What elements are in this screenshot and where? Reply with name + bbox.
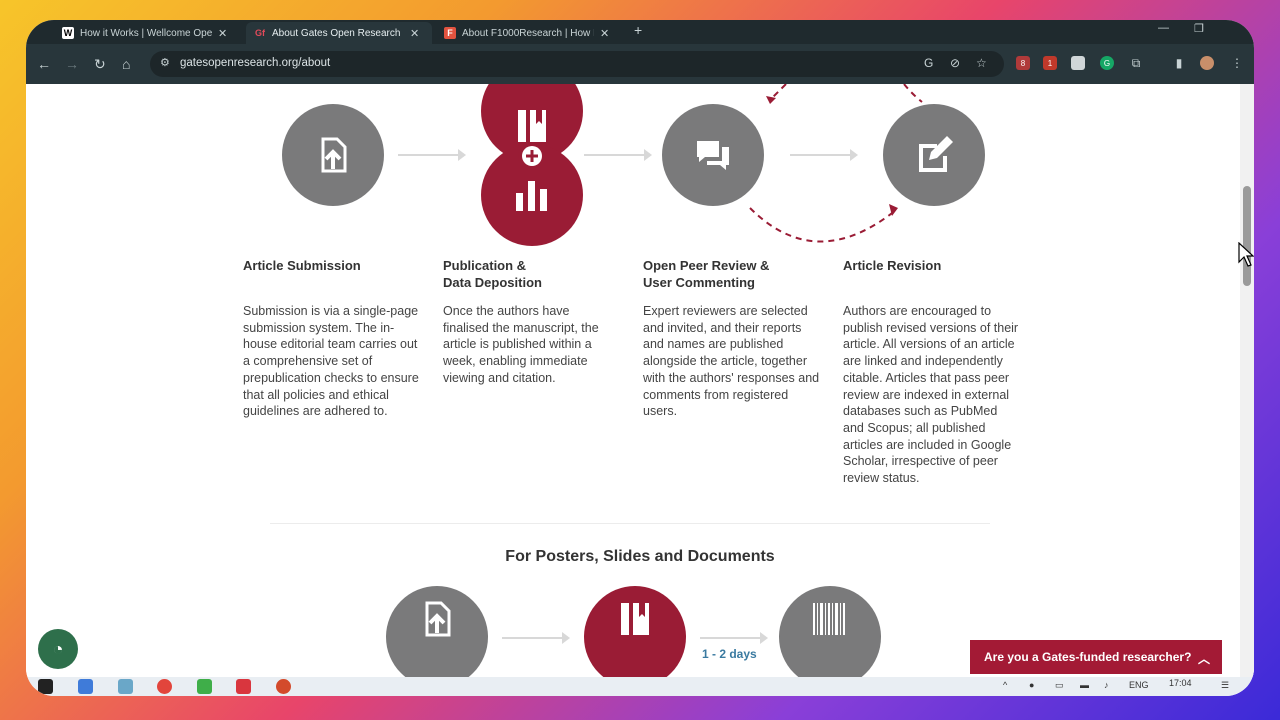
posters-section-title: For Posters, Slides and Documents [505, 548, 775, 565]
chrome-icon[interactable] [157, 679, 172, 694]
cookie-settings-icon[interactable]: ◔ [38, 629, 78, 669]
browser-tab-bar: W How it Works | Wellcome Open ✕ Gf Abou… [26, 20, 1254, 44]
home-icon[interactable]: ⌂ [122, 56, 130, 72]
close-tab-icon[interactable]: ✕ [600, 27, 609, 40]
restore-icon[interactable]: ❐ [1194, 22, 1204, 35]
revision-loop-arrow [749, 84, 923, 243]
tab-gates[interactable]: Gf About Gates Open Research | H ✕ [246, 22, 432, 44]
windows-taskbar: ^ ● ▭ ▬ ♪ ENG 17:04 ☰ [26, 677, 1254, 696]
app-icon[interactable] [78, 679, 93, 694]
notification-icon[interactable]: ☰ [1221, 680, 1229, 691]
step-title: Article Submission [243, 258, 361, 273]
f1000-favicon: F [444, 27, 456, 39]
monitor-icon[interactable]: ▭ [1055, 680, 1064, 691]
star-icon[interactable]: ☆ [976, 56, 987, 70]
battery-icon[interactable]: ▬ [1080, 680, 1089, 690]
language-indicator[interactable]: ENG [1129, 680, 1149, 690]
screen-frame: W How it Works | Wellcome Open ✕ Gf Abou… [26, 20, 1254, 696]
browser-toolbar: ← → ↻ ⌂ ⚙ gatesopenresearch.org/about G … [26, 44, 1254, 84]
mic-icon[interactable]: ● [1029, 680, 1034, 690]
step-title: Publication & Data Deposition [443, 258, 542, 290]
close-tab-icon[interactable]: ✕ [410, 27, 419, 40]
barcode-icon [779, 586, 881, 677]
document-ext-icon[interactable] [1071, 56, 1085, 70]
forward-icon[interactable]: → [65, 56, 79, 72]
side-panel-icon[interactable]: ▮ [1172, 56, 1186, 70]
scrollbar-thumb[interactable] [1243, 186, 1251, 286]
plus-icon [518, 142, 546, 170]
banner-text: Are you a Gates-funded researcher? [984, 650, 1192, 664]
tab-f1000[interactable]: F About F1000Research | How It W ✕ [436, 22, 622, 44]
app-icon[interactable] [197, 679, 212, 694]
google-icon[interactable]: G [924, 56, 933, 70]
mouse-cursor-icon [1238, 242, 1254, 267]
gates-favicon: Gf [255, 28, 265, 38]
grammarly-icon[interactable]: G [1100, 56, 1114, 70]
step-title: Article Revision [843, 258, 942, 273]
back-icon[interactable]: ← [37, 56, 51, 72]
extension-badge: 1 [1047, 58, 1053, 68]
step-description: Expert reviewers are selected and invite… [643, 304, 820, 419]
tab-wellcome[interactable]: W How it Works | Wellcome Open ✕ [54, 22, 242, 44]
new-tab-icon[interactable]: + [634, 22, 642, 38]
extension-1-icon[interactable]: 8 [1016, 56, 1030, 70]
url-text: gatesopenresearch.org/about [180, 57, 331, 69]
extension-2-icon[interactable]: 1 [1043, 56, 1057, 70]
eye-off-icon[interactable]: ⊘ [950, 56, 960, 70]
start-icon[interactable] [38, 679, 53, 694]
tray-up-icon[interactable]: ^ [1003, 680, 1007, 690]
upload-document-icon [282, 104, 384, 206]
close-tab-icon[interactable]: ✕ [218, 27, 227, 40]
clock[interactable]: 17:04 [1169, 678, 1192, 688]
section-divider [270, 523, 990, 524]
site-info-icon[interactable]: ⚙ [160, 56, 170, 69]
app-icon[interactable] [236, 679, 251, 694]
bookmark-book-icon [584, 586, 686, 677]
page-content: Article Submission Publication & Data De… [26, 84, 1254, 677]
powerpoint-icon[interactable] [276, 679, 291, 694]
gates-funded-banner[interactable]: Are you a Gates-funded researcher? ︿ [970, 640, 1222, 674]
profile-avatar[interactable] [1200, 56, 1214, 70]
days-label: 1 - 2 days [702, 647, 757, 661]
app-icon[interactable] [118, 679, 133, 694]
page-scrollbar[interactable] [1240, 84, 1254, 677]
extensions-puzzle-icon[interactable]: ⧉ [1129, 56, 1143, 70]
flow-arrow [584, 149, 652, 161]
wellcome-favicon: W [62, 27, 74, 39]
minimize-icon[interactable]: — [1158, 22, 1169, 34]
extension-badge: 8 [1020, 58, 1026, 68]
step-description: Authors are encouraged to publish revise… [843, 304, 1019, 486]
upload-document-icon [386, 586, 488, 677]
tab-label: About F1000Research | How It W [462, 27, 594, 39]
step-description: Once the authors have finalised the manu… [443, 304, 599, 385]
address-bar[interactable]: ⚙ gatesopenresearch.org/about G ⊘ ☆ [150, 51, 1004, 77]
reload-icon[interactable]: ↻ [94, 56, 106, 73]
menu-kebab-icon[interactable]: ⋮ [1230, 56, 1244, 70]
tab-label: How it Works | Wellcome Open [80, 27, 212, 39]
chevron-up-icon[interactable]: ︿ [1198, 650, 1210, 667]
volume-icon[interactable]: ♪ [1104, 680, 1109, 690]
tab-label: About Gates Open Research | H [272, 27, 404, 39]
flow-arrow [398, 149, 466, 161]
step-title: Open Peer Review & User Commenting [643, 258, 770, 290]
step-description: Submission is via a single-page submissi… [243, 304, 419, 419]
flow-arrow [502, 632, 570, 644]
flow-arrow [700, 632, 768, 644]
